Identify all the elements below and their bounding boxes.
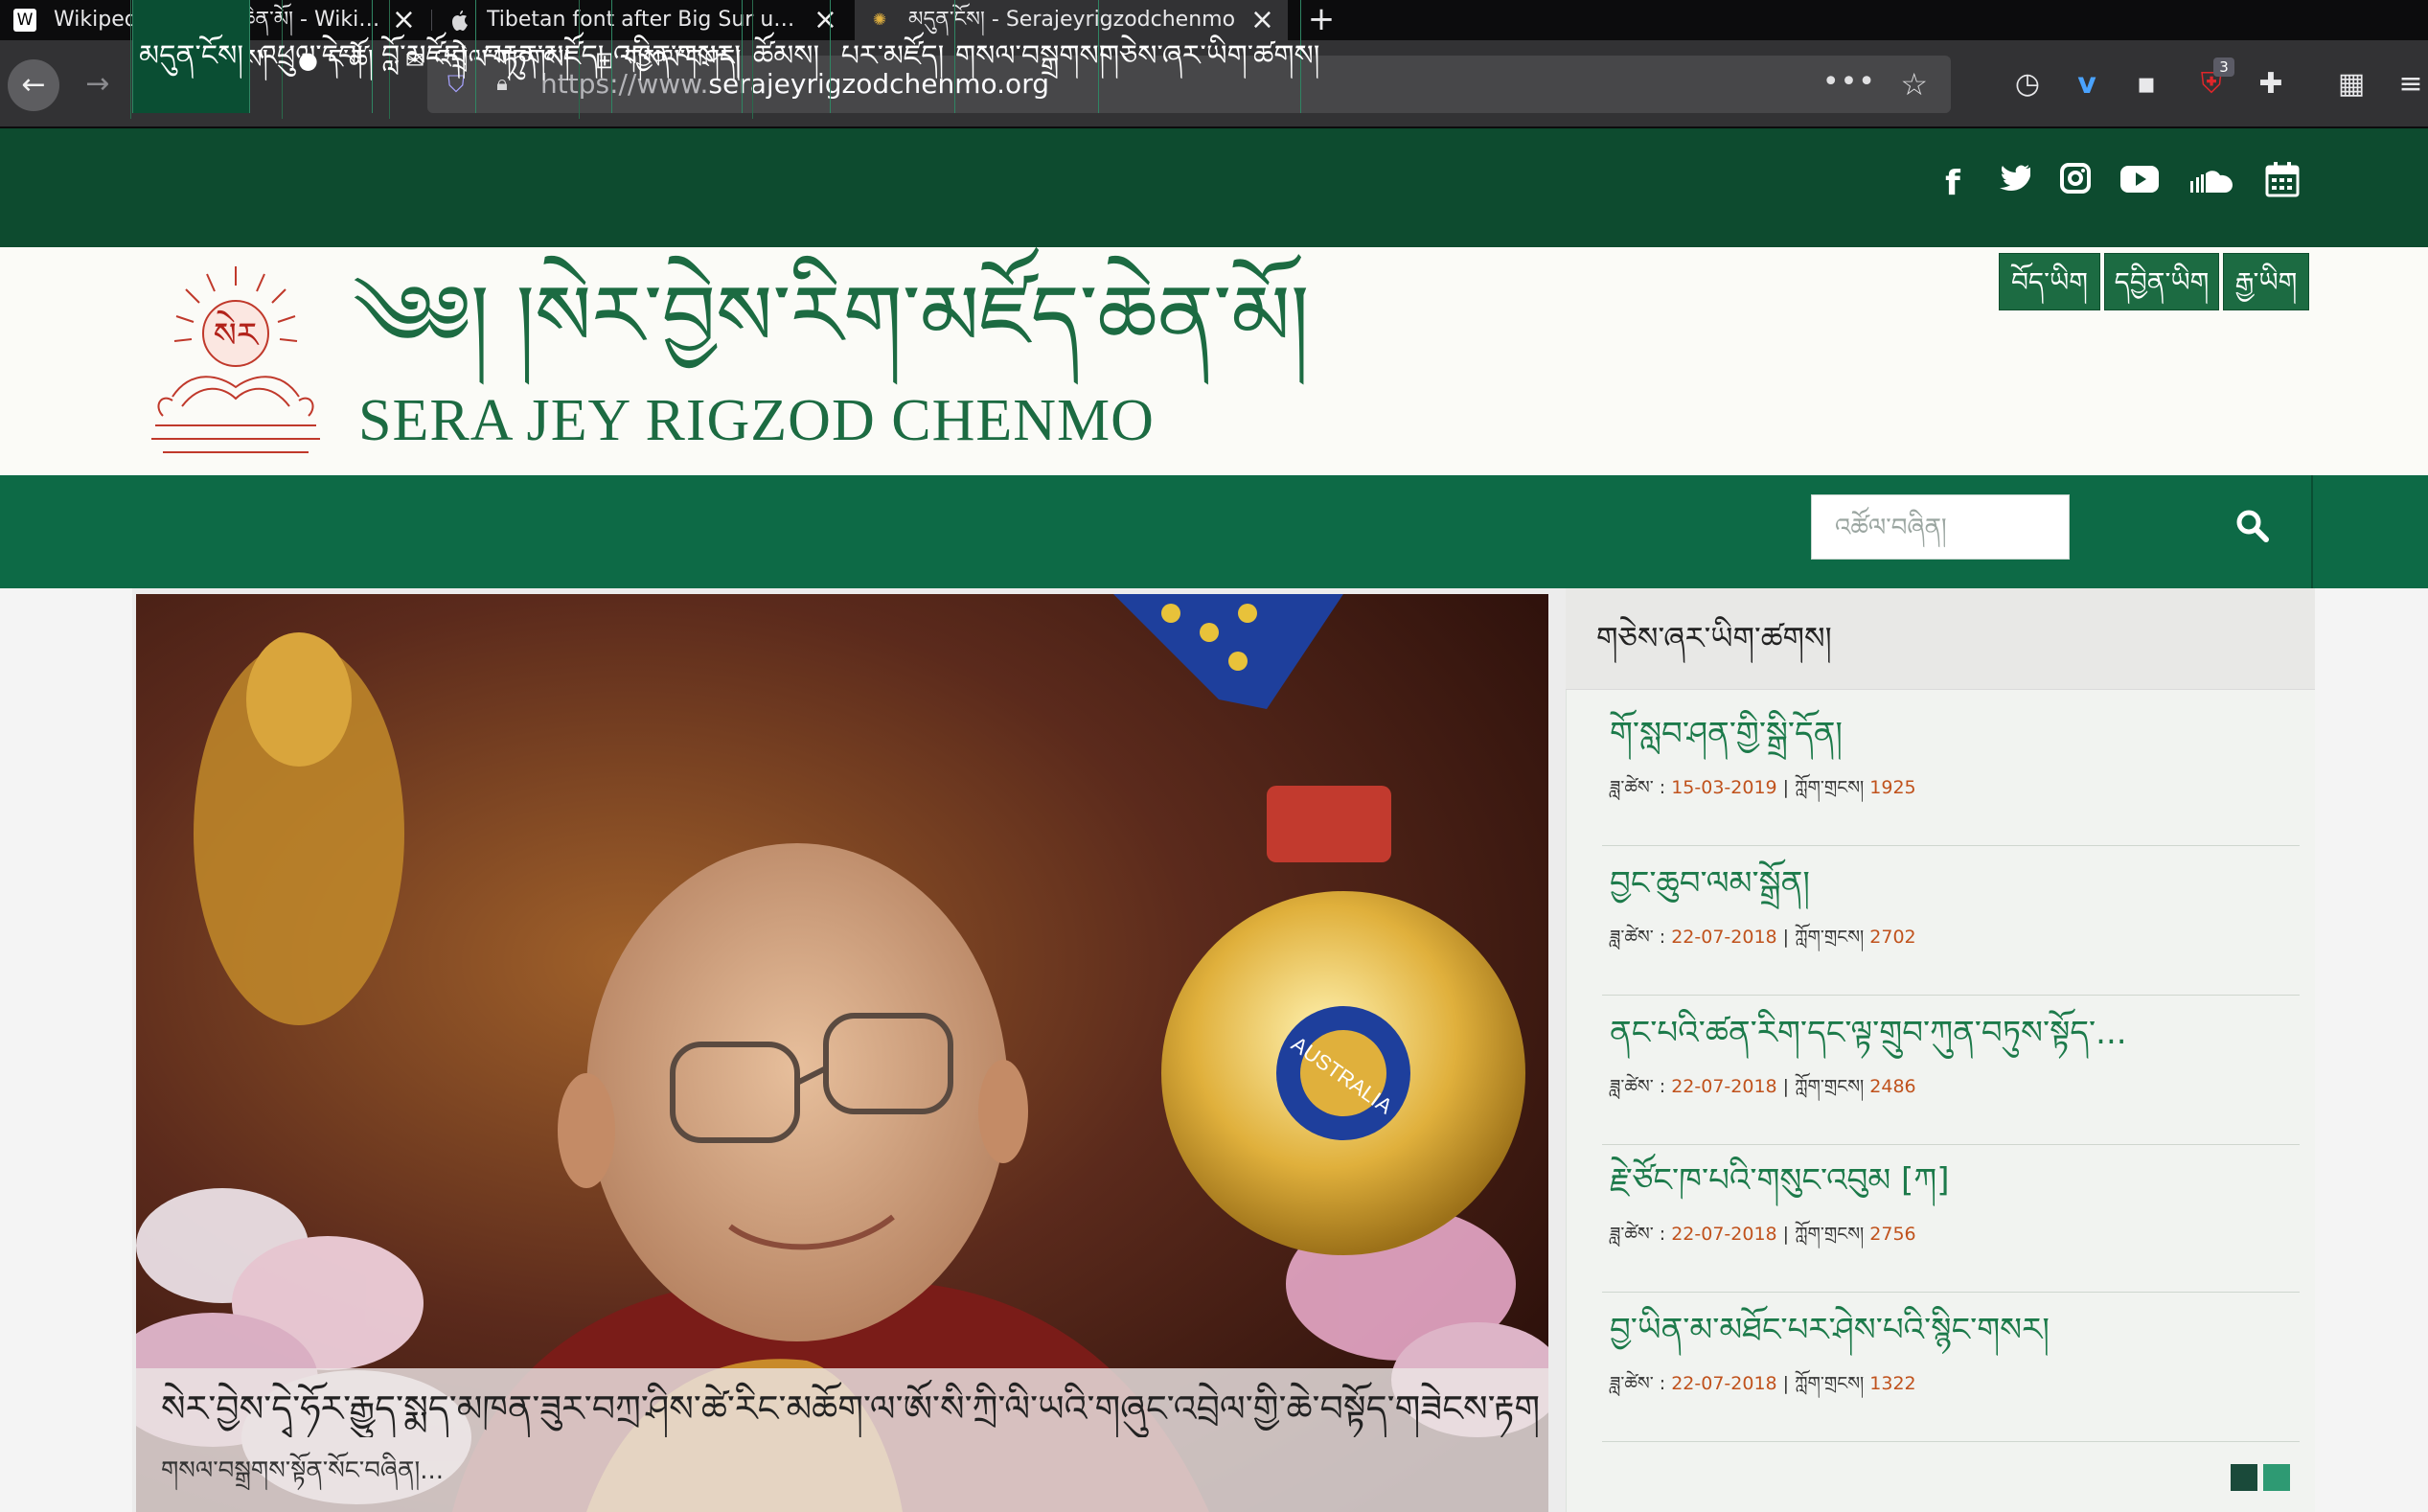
date-label: ཟླ་ཚེས་ :	[1610, 777, 1666, 798]
twitter-icon[interactable]	[1989, 161, 2037, 207]
mainnav-item-announcements[interactable]: གསལ་བསྒྲགས།	[954, 0, 1105, 113]
list-divider	[1602, 995, 2300, 996]
dots-extension-icon[interactable]: ▪	[2123, 61, 2169, 107]
list-divider	[1602, 845, 2300, 846]
nav-divider	[2311, 475, 2313, 588]
post-views: 2756	[1869, 1224, 1916, 1245]
back-button[interactable]: ←	[8, 59, 59, 111]
post-meta: ཟླ་ཚེས་ : 22-07-2018 | ཀློག་གྲངས། 2486	[1610, 1076, 1916, 1097]
views-label: ཀློག་གྲངས།	[1795, 927, 1865, 948]
views-label: ཀློག་གྲངས།	[1795, 777, 1865, 798]
post-meta: ཟླ་ཚེས་ : 22-07-2018 | ཀློག་གྲངས། 1322	[1610, 1373, 1916, 1394]
post-date: 22-07-2018	[1671, 927, 1777, 948]
list-item: གོ་སླབ་ཤན་གྱི་སྒྲི་དོན། ཟླ་ཚེས་ : 15-03-…	[1610, 707, 2300, 801]
post-views: 1322	[1869, 1373, 1916, 1394]
extension-badge: 3	[2213, 57, 2234, 77]
pager-button-prev[interactable]	[2231, 1464, 2257, 1491]
vimeo-extension-icon[interactable]: v	[2064, 61, 2110, 107]
mainnav-item-news[interactable]: འཁྱིན་གསར།	[611, 0, 742, 113]
post-title-link[interactable]: ནང་པའི་ཚན་རིག་དང་ལྟ་གྲུབ་ཀུན་བཏུས་སྟོད་.…	[1610, 1006, 2300, 1060]
list-item: རྗེ་ཙོང་ཁ་པའི་གསུང་འབུམ [ཀ] ཟླ་ཚེས་ : 22…	[1610, 1154, 2300, 1248]
containers-icon[interactable]: ▦	[2328, 61, 2374, 107]
search-input[interactable]: འཚོལ་བཞིན།	[1811, 494, 2070, 560]
date-label: ཟླ་ཚེས་ :	[1610, 1373, 1666, 1394]
list-item: བྱ་ཡིན་མ་མཐོང་པར་ཤེས་པའི་སྙིང་གསར། ཟླ་ཚེ…	[1610, 1303, 2300, 1397]
post-date: 15-03-2019	[1671, 777, 1777, 798]
list-item: ནང་པའི་ཚན་རིག་དང་ལྟ་གྲུབ་ཀུན་བཏུས་སྟོད་.…	[1610, 1006, 2300, 1100]
post-title-link[interactable]: བྱ་ཡིན་མ་མཐོང་པར་ཤེས་པའི་སྙིང་གསར།	[1610, 1303, 2300, 1357]
extensions-puzzle-icon[interactable]: ✚	[2248, 61, 2294, 107]
sidebar-title: གཅེས་ཞར་ཡིག་ཚགས།	[1596, 620, 1832, 656]
browser-window: W Wikipedia:རིག་མཛོད་ཆེན་མོ། - Wikipedia…	[0, 0, 2428, 1512]
lang-english-button[interactable]: དབྱིན་ཡིག	[2104, 253, 2219, 310]
youtube-icon[interactable]	[2118, 161, 2162, 207]
list-item: བྱང་ཆུབ་ལམ་སྒྲོན། ཟླ་ཚེས་ : 22-07-2018 |…	[1610, 857, 2300, 951]
slide-caption-subtitle: གསལ་བསྒྲགས་སྟོན་སོང་བཞིན།...	[161, 1456, 445, 1485]
wikipedia-icon: W	[13, 9, 36, 32]
views-label: ཀློག་གྲངས།	[1795, 1224, 1865, 1245]
bookmark-star-icon[interactable]: ☆	[1900, 56, 1928, 113]
list-divider	[1602, 1292, 2300, 1293]
calendar-icon[interactable]	[2263, 161, 2302, 207]
mainnav-item-forum[interactable]: ཚོམས།	[742, 0, 830, 113]
mainnav-item-ebooks[interactable]: འཕྲུལ་དེབ།	[249, 0, 372, 113]
post-views: 2702	[1869, 927, 1916, 948]
soundcloud-icon[interactable]	[2185, 161, 2238, 207]
list-divider	[1602, 1144, 2300, 1145]
post-date: 22-07-2018	[1671, 1373, 1777, 1394]
post-date: 22-07-2018	[1671, 1224, 1777, 1245]
logo-tibetan-title: ༄༅། །སེར་བྱེས་རིག་མཛོད་ཆེན་མོ།	[353, 266, 1310, 365]
new-tab-button[interactable]: +	[1305, 0, 1338, 40]
post-views: 2486	[1869, 1076, 1916, 1097]
forward-button[interactable]: →	[75, 61, 121, 107]
ublock-extension-icon[interactable]: ⛨ 3	[2188, 57, 2234, 107]
instagram-icon[interactable]	[2056, 161, 2095, 207]
facebook-icon[interactable]: f	[1934, 161, 1972, 207]
post-views: 1925	[1869, 777, 1916, 798]
slide-caption-title[interactable]: སེར་བྱེས་དྭེ་ཧོར་རྒྱུད་སྨད་མཁན་ཟུར་བཀྲ་ཤ…	[161, 1380, 1541, 1437]
post-title-link[interactable]: བྱང་ཆུབ་ལམ་སྒྲོན།	[1610, 857, 2300, 910]
mainnav-item-tenzod[interactable]: བརྟན་མཛོད།	[475, 0, 611, 113]
page-actions-menu-icon[interactable]: •••	[1822, 56, 1876, 109]
sera-jey-emblem-logo[interactable]: སེར	[144, 263, 328, 458]
date-label: ཟླ་ཚེས་ :	[1610, 1224, 1666, 1245]
post-title-link[interactable]: གོ་སླབ་ཤན་གྱི་སྒྲི་དོན།	[1610, 707, 2300, 761]
date-label: ཟླ་ཚེས་ :	[1610, 927, 1666, 948]
views-label: ཀློག་གྲངས།	[1795, 1076, 1865, 1097]
views-label: ཀློག་གྲངས།	[1795, 1373, 1865, 1394]
mainnav-item-featured[interactable]: གཅེས་ཞར་ཡིག་ཚགས།	[1098, 0, 1319, 113]
hamburger-menu-icon[interactable]: ≡	[2388, 61, 2428, 107]
search-icon[interactable]	[2229, 508, 2275, 554]
mainnav-item-lodzod[interactable]: བློ་མཛོད།	[372, 0, 475, 113]
list-divider	[1602, 1441, 2300, 1442]
mainnav-item-gallery[interactable]: པར་མཛོད།	[830, 0, 954, 113]
post-date: 22-07-2018	[1671, 1076, 1777, 1097]
logo-english-title: SERA JEY RIGZOD CHENMO	[358, 388, 1155, 453]
svg-text:སེར: སེར	[214, 309, 260, 355]
lang-chinese-button[interactable]: རྒྱ་ཡིག	[2223, 253, 2309, 310]
post-meta: ཟླ་ཚེས་ : 22-07-2018 | ཀློག་གྲངས། 2756	[1610, 1224, 1916, 1245]
post-title-link[interactable]: རྗེ་ཙོང་ཁ་པའི་གསུང་འབུམ [ཀ]	[1610, 1154, 2300, 1207]
history-clock-icon[interactable]: ◷	[2004, 61, 2050, 107]
mainnav-item-home[interactable]: མདུན་ངོས།	[132, 0, 249, 113]
post-meta: ཟླ་ཚེས་ : 15-03-2019 | ཀློག་གྲངས། 1925	[1610, 777, 1916, 798]
date-label: ཟླ་ཚེས་ :	[1610, 1076, 1666, 1097]
lang-tibetan-button[interactable]: བོད་ཡིག	[1999, 253, 2100, 310]
post-meta: ཟླ་ཚེས་ : 22-07-2018 | ཀློག་གྲངས། 2702	[1610, 927, 1916, 948]
pager-button-next[interactable]	[2263, 1464, 2290, 1491]
